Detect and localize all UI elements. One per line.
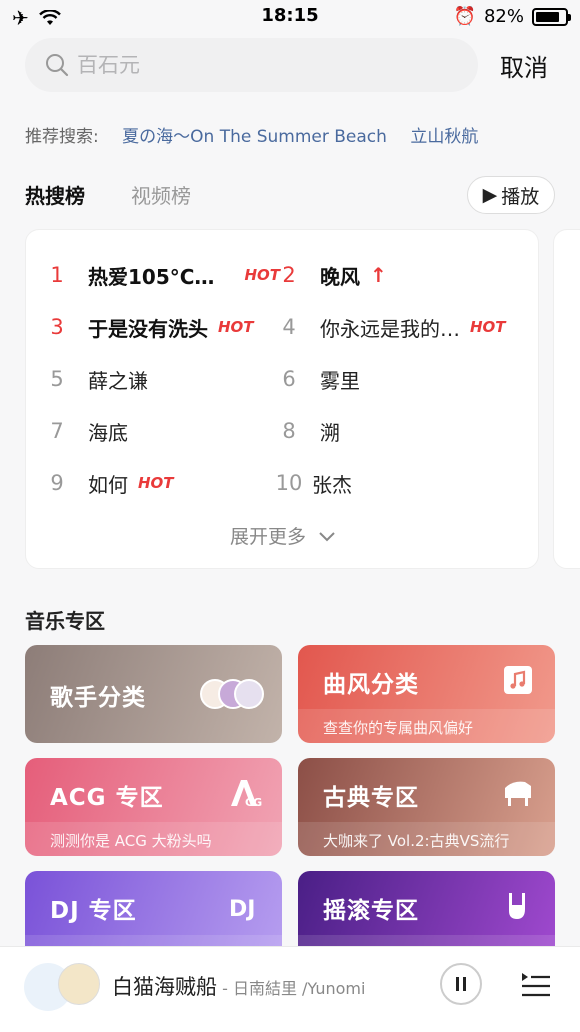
hot-name: 溯 [320,420,340,445]
recommend-item[interactable]: 夏の海～On The Summer Beach [122,127,387,147]
zone-title: 歌手分类 [50,685,146,711]
search-input[interactable] [77,53,437,77]
hot-name: 于是没有洗头 [88,316,208,341]
music-zone-title: 音乐专区 [25,609,105,633]
svg-text:CG: CG [245,796,262,809]
hot-item[interactable]: 1 热爱105°C… HOT [40,260,280,290]
hot-badge: HOT [138,474,174,492]
music-note-icon [504,666,532,694]
playlist-icon[interactable] [520,969,552,1001]
pause-button[interactable] [440,963,482,1005]
status-right: ⏰ 82% [453,6,571,27]
hot-rank: 3 [50,315,64,339]
acg-logo-icon: CG [231,780,262,809]
battery-icon [532,7,571,26]
hot-name: 晚风 [320,264,360,289]
chevron-down-icon [319,532,335,542]
play-label: 播放 [501,185,540,208]
hot-name: 你永远是我的… [320,316,460,341]
hot-search-card: 1 热爱105°C… HOT 2 晚风 ↑ 3 于是没有洗头 HOT 4 你永远… [25,229,539,569]
hot-item[interactable]: 9 如何 HOT [40,468,174,498]
hot-rank: 9 [50,471,64,495]
hot-name: 张杰 [312,472,352,497]
hot-badge: HOT [218,318,254,336]
hot-item[interactable]: 5 薛之谦 [40,364,148,394]
avatar [234,679,264,709]
rising-arrow-icon: ↑ [370,263,387,287]
cancel-button[interactable]: 取消 [500,48,548,83]
zone-acg[interactable]: ACG 专区 CG 测测你是 ACG 大粉头吗 [25,758,282,856]
chart-tabs: 热搜榜 视频榜 [25,180,191,209]
mini-player[interactable]: 白猫海贼船 - 日南結里 /Yunomi [0,946,580,1032]
status-bar: ✈ 18:15 ⏰ 82% [0,0,580,34]
zone-classical[interactable]: 古典专区 大咖来了 Vol.2:古典VS流行 [298,758,555,856]
album-cover-art [58,963,100,1005]
play-icon: ▶ [482,184,498,206]
hot-rank: 7 [50,419,64,443]
hot-rank: 5 [50,367,64,391]
zone-subtitle: 大咖来了 Vol.2:古典VS流行 [298,822,555,856]
hot-rank: 1 [50,263,64,287]
hot-rank: 10 [275,471,303,495]
hot-rank: 6 [282,367,296,391]
hot-name: 如何 [88,472,128,497]
recommend-row: 推荐搜索: 夏の海～On The Summer Beach 立山秋航 [25,122,478,147]
hot-item[interactable]: 6 雾里 [272,364,360,394]
hot-rank: 2 [282,263,296,287]
zone-title: 摇滚专区 [323,898,419,924]
hot-name: 薛之谦 [88,368,148,393]
hot-name: 海底 [88,420,128,445]
tab-video[interactable]: 视频榜 [131,180,191,209]
hot-name: 雾里 [320,368,360,393]
pause-icon [456,977,466,991]
hot-item[interactable]: 3 于是没有洗头 HOT [40,312,254,342]
zone-title: 曲风分类 [323,672,419,698]
zone-genre-category[interactable]: 曲风分类 查查你的专属曲风偏好 [298,645,555,743]
zone-title: ACG 专区 [50,785,164,811]
hot-name: 热爱105°C… [88,264,215,289]
expand-label: 展开更多 [229,526,306,548]
battery-percent: 82% [483,6,524,27]
song-title: 白猫海贼船 [112,975,217,999]
singer-avatars [200,679,264,711]
now-playing: 白猫海贼船 - 日南結里 /Yunomi [112,971,365,1001]
expand-more-button[interactable]: 展开更多 [26,522,540,549]
hot-item[interactable]: 10 张杰 [272,468,352,498]
zone-subtitle: 测测你是 ACG 大粉头吗 [25,822,282,856]
search-icon [46,54,69,77]
hot-item[interactable]: 8 溯 [272,416,340,446]
piano-icon [505,781,531,806]
hot-item[interactable]: 4 你永远是我的… HOT [272,312,506,342]
dj-logo-icon: DJ [229,897,255,922]
zone-singer-category[interactable]: 歌手分类 [25,645,282,743]
zone-title: 古典专区 [323,785,419,811]
zone-subtitle: 查查你的专属曲风偏好 [298,709,555,743]
play-all-button[interactable]: ▶ 播放 [467,176,555,214]
rock-hand-icon [509,893,525,919]
recommend-label: 推荐搜索: [25,127,99,147]
hot-item[interactable]: 2 晚风 ↑ [272,260,387,290]
tab-hot-search[interactable]: 热搜榜 [25,180,85,209]
zone-title: DJ 专区 [50,898,137,924]
hot-rank: 4 [282,315,296,339]
search-box[interactable] [25,38,478,92]
hot-rank: 8 [282,419,296,443]
hot-badge: HOT [470,318,506,336]
hot-item[interactable]: 7 海底 [40,416,128,446]
recommend-item[interactable]: 立山秋航 [410,127,478,147]
next-chart-card[interactable] [553,229,580,569]
svg-text:DJ: DJ [229,897,255,922]
battery-fill [536,11,559,22]
alarm-icon: ⏰ [453,6,476,27]
song-artist: - 日南結里 /Yunomi [217,979,366,998]
